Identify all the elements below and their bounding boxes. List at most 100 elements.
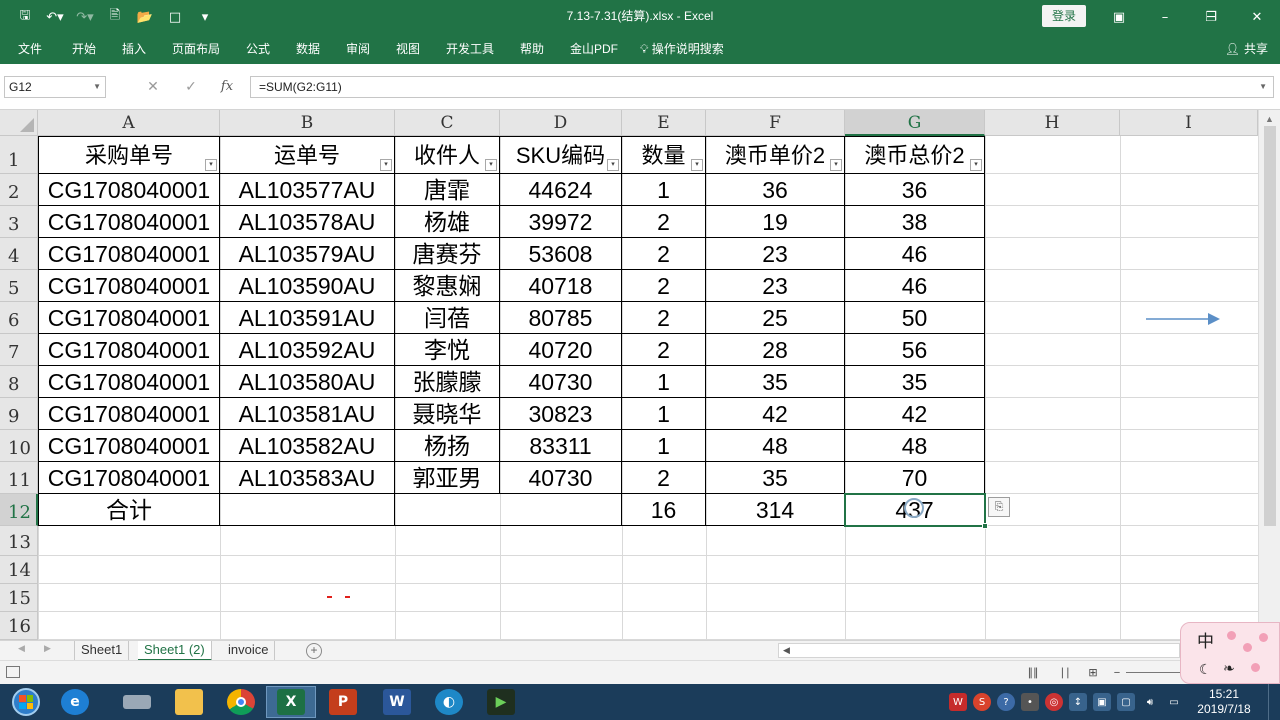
close-icon[interactable]: ✕	[1234, 0, 1280, 34]
table-cell[interactable]: CG1708040001	[38, 206, 220, 238]
table-cell[interactable]: 2	[622, 302, 706, 334]
tab-review[interactable]: 审阅	[346, 34, 370, 64]
table-cell[interactable]: 张朦朦	[395, 366, 500, 398]
taskbar-browser[interactable]: ◐	[424, 686, 474, 718]
scroll-left-icon[interactable]: ◀	[783, 645, 790, 656]
row-header-4[interactable]: 4	[0, 238, 38, 270]
taskbar-excel[interactable]: X	[266, 686, 316, 718]
tab-data[interactable]: 数据	[296, 34, 320, 64]
filter-dropdown-icon[interactable]: ▾	[485, 159, 497, 171]
table-cell[interactable]: 23	[706, 270, 845, 302]
fill-handle[interactable]	[982, 523, 988, 529]
open-folder-icon[interactable]: 📂	[132, 4, 158, 30]
print-preview-icon[interactable]: 🖹	[102, 4, 128, 30]
column-header-a[interactable]: A	[38, 110, 220, 136]
column-header-c[interactable]: C	[395, 110, 500, 136]
ime-mode-label[interactable]: 中	[1197, 627, 1214, 652]
row-header-1[interactable]: 1	[0, 136, 38, 174]
column-header-i[interactable]: I	[1120, 110, 1258, 136]
login-button[interactable]: 登录	[1042, 5, 1086, 27]
tab-view[interactable]: 视图	[396, 34, 420, 64]
ime-status-widget[interactable]: 中 ☾ ❧	[1180, 622, 1280, 684]
total-unit-price-cell[interactable]: 314	[706, 494, 845, 526]
vertical-scrollbar[interactable]: ▲	[1258, 110, 1280, 640]
taskbar-ie[interactable]: e	[50, 686, 100, 718]
row-header-13[interactable]: 13	[0, 526, 38, 556]
scroll-tabs-left-icon[interactable]: ◀	[18, 643, 25, 654]
column-header-b[interactable]: B	[220, 110, 395, 136]
tell-me-search[interactable]: 💡︎ 操作说明搜索	[640, 34, 724, 64]
table-cell[interactable]: 36	[845, 174, 985, 206]
table-cell[interactable]: 1	[622, 430, 706, 462]
table-header-cell[interactable]: 收件人 ▾	[395, 136, 500, 174]
display-icon[interactable]: ▣	[1093, 693, 1111, 711]
table-cell[interactable]: 杨扬	[395, 430, 500, 462]
add-sheet-icon[interactable]: +	[306, 643, 322, 659]
table-cell[interactable]: 48	[706, 430, 845, 462]
table-cell[interactable]: 19	[706, 206, 845, 238]
table-cell[interactable]: AL103592AU	[220, 334, 395, 366]
table-cell[interactable]: 40718	[500, 270, 622, 302]
table-cell[interactable]: CG1708040001	[38, 334, 220, 366]
table-cell[interactable]: 唐赛芬	[395, 238, 500, 270]
table-cell[interactable]: 83311	[500, 430, 622, 462]
table-cell[interactable]: CG1708040001	[38, 366, 220, 398]
column-header-h[interactable]: H	[985, 110, 1120, 136]
spreadsheet-grid[interactable]: A B C D E F G H I 1 2 3 4 5 6 7 8 9 10 11 12 13 14 15 16 采购单号 ▾ 运单号…	[0, 110, 1258, 640]
scroll-tabs-right-icon[interactable]: ▶	[44, 643, 51, 654]
filter-dropdown-icon[interactable]: ▾	[830, 159, 842, 171]
cancel-icon[interactable]: ✕	[140, 76, 166, 98]
table-cell[interactable]: 30823	[500, 398, 622, 430]
row-header-10[interactable]: 10	[0, 430, 38, 462]
total-quantity-cell[interactable]: 16	[622, 494, 706, 526]
share-button[interactable]: 👤︎ 共享	[1225, 34, 1268, 64]
notification-icon[interactable]: ▢	[1117, 693, 1135, 711]
table-cell[interactable]: 35	[706, 462, 845, 494]
sheet-tab-sheet1[interactable]: Sheet1	[74, 641, 130, 661]
table-cell[interactable]: 44624	[500, 174, 622, 206]
tab-help[interactable]: 帮助	[520, 34, 544, 64]
redo-icon[interactable]: ↷▾	[72, 4, 98, 30]
table-cell[interactable]: 2	[622, 462, 706, 494]
table-cell[interactable]: AL103590AU	[220, 270, 395, 302]
row-header-2[interactable]: 2	[0, 174, 38, 206]
table-cell[interactable]: 40730	[500, 462, 622, 494]
row-header-16[interactable]: 16	[0, 612, 38, 640]
row-header-5[interactable]: 5	[0, 270, 38, 302]
scroll-up-icon[interactable]: ▲	[1265, 114, 1274, 124]
moon-icon[interactable]: ☾	[1199, 661, 1212, 678]
network-icon[interactable]: ▭	[1165, 693, 1183, 711]
table-header-cell[interactable]: 数量 ▾	[622, 136, 706, 174]
table-cell[interactable]: 2	[622, 206, 706, 238]
table-cell[interactable]: CG1708040001	[38, 462, 220, 494]
table-header-cell[interactable]: 澳币单价2 ▾	[706, 136, 845, 174]
taskbar-word[interactable]: W	[372, 686, 422, 718]
table-cell[interactable]: 39972	[500, 206, 622, 238]
filter-dropdown-icon[interactable]: ▾	[691, 159, 703, 171]
filter-dropdown-icon[interactable]: ▾	[380, 159, 392, 171]
system-clock[interactable]: 15:21 2019/7/18	[1196, 684, 1252, 720]
tab-home[interactable]: 开始	[72, 34, 96, 64]
page-break-view-icon[interactable]: ⊞	[1082, 665, 1104, 681]
taskbar-chrome[interactable]	[216, 686, 266, 718]
undo-icon[interactable]: ↶▾	[42, 4, 68, 30]
table-cell[interactable]: 35	[706, 366, 845, 398]
usb-icon[interactable]: ↕	[1069, 693, 1087, 711]
table-cell[interactable]: 40720	[500, 334, 622, 366]
column-header-d[interactable]: D	[500, 110, 622, 136]
table-cell[interactable]: CG1708040001	[38, 174, 220, 206]
table-cell[interactable]: AL103591AU	[220, 302, 395, 334]
table-cell[interactable]: AL103583AU	[220, 462, 395, 494]
total-label-cell[interactable]: 合计	[38, 494, 220, 526]
volume-icon[interactable]: 🔊︎	[1141, 693, 1159, 711]
table-cell[interactable]: CG1708040001	[38, 238, 220, 270]
table-cell[interactable]: CG1708040001	[38, 398, 220, 430]
tab-kingsoft-pdf[interactable]: 金山PDF	[570, 34, 618, 64]
customize-toolbar-icon[interactable]: ▾	[192, 4, 218, 30]
table-cell[interactable]: 56	[845, 334, 985, 366]
table-cell[interactable]: 闫蓓	[395, 302, 500, 334]
table-header-cell[interactable]: 澳币总价2 ▾	[845, 136, 985, 174]
wps-tray-icon[interactable]: W	[949, 693, 967, 711]
name-box[interactable]: G12 ▼	[4, 76, 106, 98]
filter-dropdown-icon[interactable]: ▾	[205, 159, 217, 171]
